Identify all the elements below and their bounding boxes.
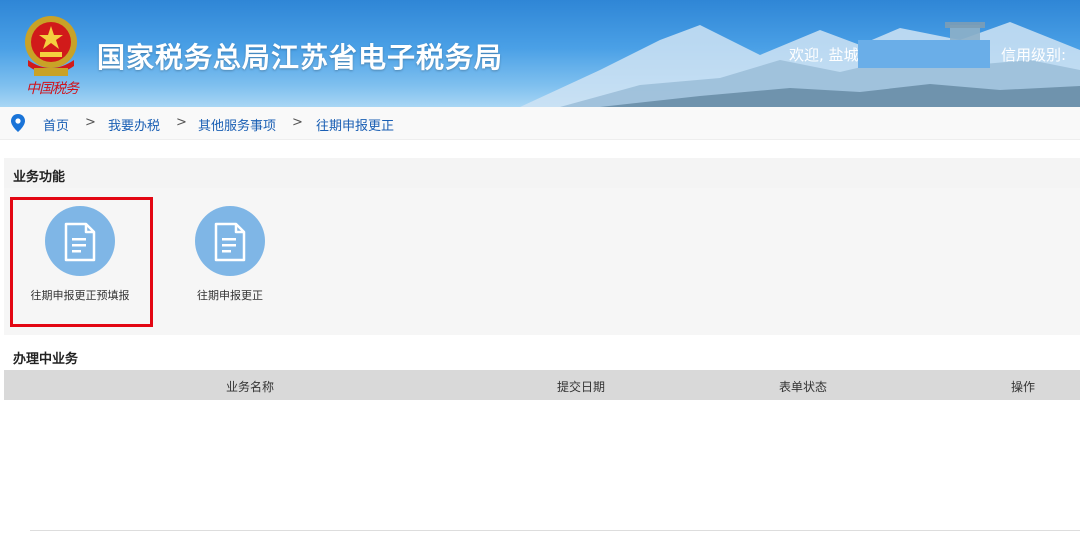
credit-level-label: 信用级别: [1001,46,1067,64]
column-form-status: 表单状态 [778,380,828,394]
column-business-name: 业务名称 [225,380,275,394]
breadcrumb-other-services[interactable]: 其他服务事项 [198,115,276,134]
breadcrumb-separator: > [176,115,187,130]
breadcrumb-separator: > [292,115,303,130]
highlight-box [10,197,153,327]
location-pin-icon [11,114,25,132]
section-in-progress: 办理中业务 [4,340,1080,370]
site-header: 中国税务 国家税务总局江苏省电子税务局 欢迎, 盐城 信用级别: [0,0,1080,107]
section-title: 办理中业务 [13,352,79,367]
divider [30,530,1080,531]
masked-username [858,40,990,68]
section-business-functions: 业务功能 [4,158,1080,188]
national-emblem-icon [25,16,77,76]
breadcrumb-tax-handling[interactable]: 我要办税 [108,115,160,134]
table-header: 业务名称 提交日期 表单状态 操作 [4,370,1080,400]
tile-label: 往期申报更正 [197,289,263,302]
breadcrumb-home[interactable]: 首页 [43,115,69,134]
column-actions: 操作 [1010,380,1036,394]
document-icon [214,222,246,262]
tile-past-declaration-correction[interactable]: 往期申报更正 [160,206,300,304]
breadcrumb: 首页 > 我要办税 > 其他服务事项 > 往期申报更正 [0,107,1080,140]
section-title: 业务功能 [13,170,66,185]
site-title: 国家税务总局江苏省电子税务局 [97,41,504,74]
tile-icon-circle [195,206,265,276]
breadcrumb-current[interactable]: 往期申报更正 [316,115,394,134]
column-submit-date: 提交日期 [556,380,606,394]
welcome-text: 欢迎, 盐城 [789,46,859,64]
breadcrumb-separator: > [85,115,96,130]
brand-signature: 中国税务 [26,81,79,97]
